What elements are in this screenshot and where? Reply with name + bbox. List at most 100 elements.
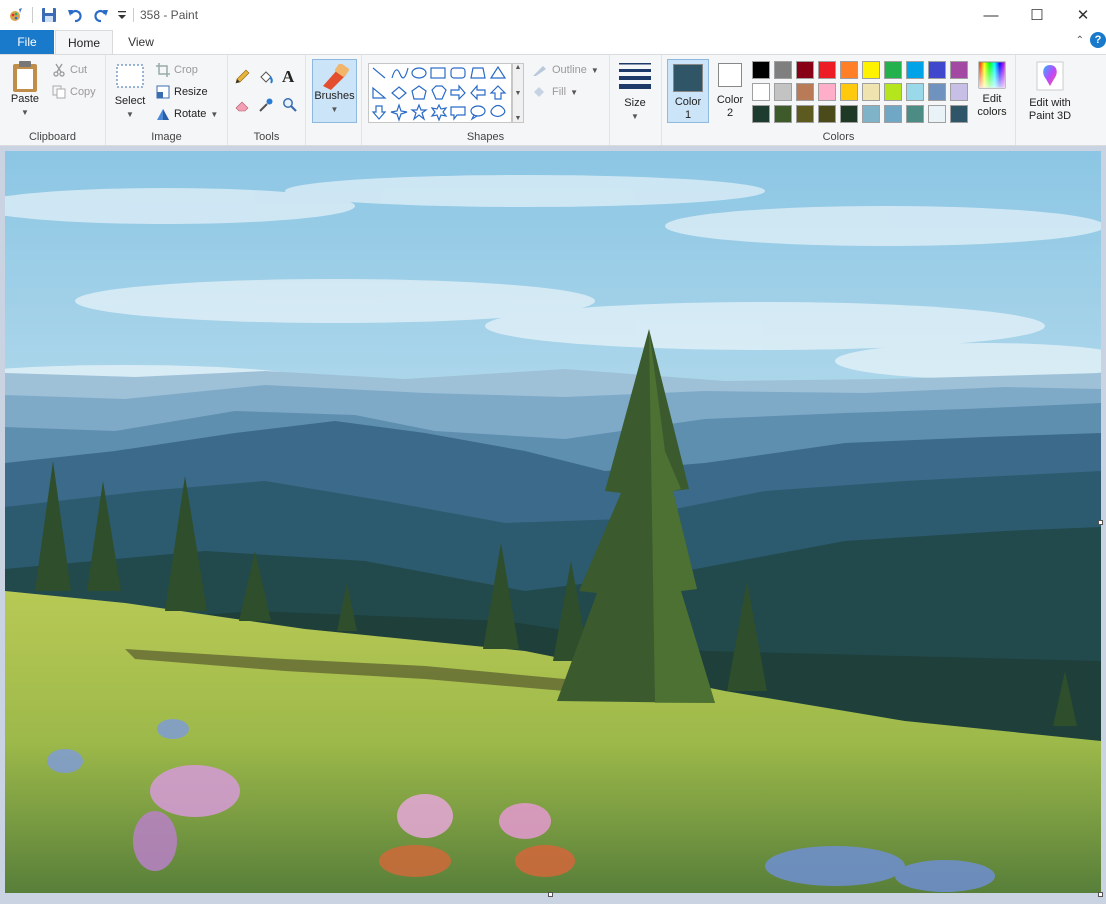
customize-quick-access-icon[interactable] (117, 5, 127, 25)
brushes-group: Brushes ▼ (306, 55, 362, 145)
select-label: Select (114, 95, 146, 107)
shapes-gallery[interactable] (368, 63, 512, 123)
palette-swatch[interactable] (796, 61, 814, 79)
palette-swatch[interactable] (862, 61, 880, 79)
paint3d-label-2: Paint 3D (1028, 110, 1072, 122)
edit-with-paint3d-button[interactable]: Edit with Paint 3D (1020, 61, 1080, 123)
undo-icon[interactable] (65, 5, 85, 25)
redo-icon[interactable] (91, 5, 111, 25)
color1-button[interactable]: Color 1 (667, 59, 709, 123)
color-picker-tool[interactable] (258, 97, 274, 113)
crop-icon (156, 63, 170, 77)
fill-button[interactable]: Fill ▼ (532, 85, 578, 99)
scroll-up-icon[interactable]: ▲ (515, 64, 522, 71)
palette-swatch[interactable] (906, 83, 924, 101)
palette-swatch[interactable] (928, 61, 946, 79)
color2-swatch (718, 63, 742, 87)
canvas-workspace[interactable] (0, 146, 1106, 904)
resize-button[interactable]: Resize (156, 85, 208, 99)
scissors-icon (53, 63, 65, 77)
select-button[interactable]: Select ▼ (112, 63, 148, 121)
tools-group: A Tools (228, 55, 306, 145)
ribbon-tabs: File Home View (0, 30, 1106, 55)
color2-number: 2 (726, 107, 734, 119)
text-a-icon: A (282, 67, 295, 86)
brushes-label: Brushes (314, 90, 355, 102)
palette-swatch[interactable] (840, 61, 858, 79)
palette-swatch[interactable] (950, 105, 968, 123)
shapes-group-label: Shapes (466, 131, 505, 143)
color2-label: Color (716, 94, 744, 106)
palette-swatch[interactable] (884, 61, 902, 79)
window-title: 358 - Paint (140, 8, 199, 22)
close-icon[interactable]: ✕ (1060, 0, 1106, 30)
palette-swatch[interactable] (774, 61, 792, 79)
eraser-tool[interactable] (234, 97, 250, 113)
gallery-expand-icon[interactable]: ▼ (515, 115, 522, 122)
paste-label: Paste (10, 93, 40, 105)
fill-tool[interactable] (258, 69, 274, 85)
brushes-button[interactable]: Brushes ▼ (312, 59, 357, 123)
palette-swatch[interactable] (906, 61, 924, 79)
palette-swatch[interactable] (884, 83, 902, 101)
palette-swatch[interactable] (906, 105, 924, 123)
outline-button[interactable]: Outline ▼ (532, 63, 599, 77)
palette-swatch[interactable] (818, 61, 836, 79)
palette-swatch[interactable] (752, 83, 770, 101)
resize-handle-bottom[interactable] (548, 892, 553, 897)
title-bar: 358 - Paint — ☐ ✕ (0, 0, 1106, 30)
collapse-ribbon-icon[interactable]: ⌃ (1076, 35, 1084, 46)
copy-button[interactable]: Copy (52, 85, 96, 99)
palette-swatch[interactable] (752, 105, 770, 123)
eraser-icon (235, 101, 249, 112)
paste-button[interactable]: Paste ▼ (6, 59, 44, 119)
pencil-tool[interactable] (234, 69, 250, 85)
palette-swatch[interactable] (752, 61, 770, 79)
palette-swatch[interactable] (818, 105, 836, 123)
palette-swatch[interactable] (950, 61, 968, 79)
scroll-down-icon[interactable]: ▼ (515, 90, 522, 97)
text-tool[interactable]: A (282, 67, 294, 87)
line-width-icon (619, 63, 651, 89)
image-group: Select ▼ Crop Resize Rotate ▼ Image (106, 55, 228, 145)
tab-file[interactable]: File (0, 30, 54, 54)
minimize-icon[interactable]: — (968, 0, 1014, 30)
palette-swatch[interactable] (774, 83, 792, 101)
drawing-canvas[interactable] (5, 151, 1101, 893)
copy-icon (52, 85, 66, 99)
palette-swatch[interactable] (862, 83, 880, 101)
maximize-icon[interactable]: ☐ (1014, 0, 1060, 30)
palette-swatch[interactable] (796, 105, 814, 123)
cut-button[interactable]: Cut (52, 63, 87, 77)
tab-view[interactable]: View (113, 30, 169, 54)
ribbon-right-controls: ⌃ ? (1076, 32, 1106, 48)
edit-colors-button[interactable]: Edit colors (970, 61, 1014, 119)
fill-label: Fill (552, 86, 567, 98)
palette-swatch[interactable] (818, 83, 836, 101)
palette-swatch[interactable] (928, 83, 946, 101)
palette-swatch[interactable] (884, 105, 902, 123)
crop-button[interactable]: Crop (156, 63, 198, 77)
help-icon[interactable]: ? (1090, 32, 1106, 48)
palette-swatch[interactable] (862, 105, 880, 123)
magnifier-tool[interactable] (282, 97, 298, 113)
palette-swatch[interactable] (928, 105, 946, 123)
tab-home[interactable]: Home (55, 30, 113, 55)
shapes-gallery-icons (371, 65, 507, 122)
rotate-button[interactable]: Rotate ▼ (156, 107, 218, 121)
palette-swatch[interactable] (774, 105, 792, 123)
shapes-scrollbar[interactable]: ▲ ▼ ▼ (512, 63, 524, 123)
save-icon[interactable] (39, 5, 59, 25)
palette-swatch[interactable] (840, 83, 858, 101)
palette-swatch[interactable] (950, 83, 968, 101)
color1-number: 1 (684, 109, 692, 121)
color2-button[interactable]: Color 2 (710, 63, 750, 120)
resize-handle-right[interactable] (1098, 520, 1103, 525)
paint-app-icon[interactable] (6, 5, 26, 25)
palette-swatch[interactable] (840, 105, 858, 123)
resize-handle-corner[interactable] (1098, 892, 1103, 897)
palette-swatch[interactable] (796, 83, 814, 101)
cut-label: Cut (70, 64, 88, 76)
size-button[interactable]: Size ▼ (616, 61, 654, 123)
color1-swatch (673, 64, 703, 92)
